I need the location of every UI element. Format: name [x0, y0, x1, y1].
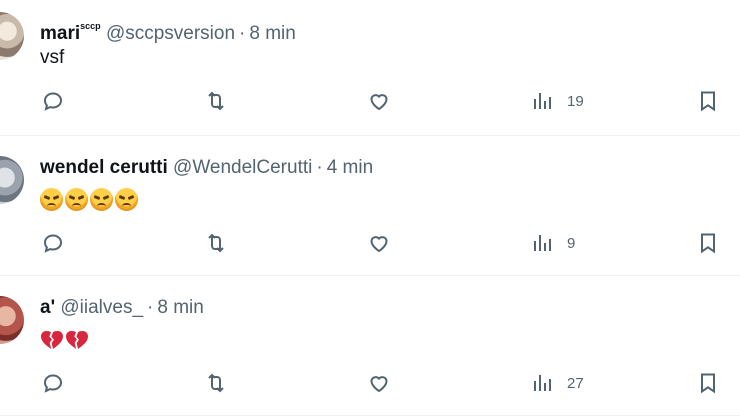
- user-handle[interactable]: @sccpsversion: [106, 23, 235, 44]
- separator-dot: ·: [316, 157, 323, 178]
- bookmark-button[interactable]: [696, 228, 720, 258]
- views-button[interactable]: 9: [531, 228, 575, 258]
- timestamp[interactable]: 8 min: [157, 297, 203, 318]
- angry-face-emoji: [90, 188, 113, 211]
- tweet-header: marisccp @sccpsversion · 8 min: [40, 14, 296, 46]
- avatar[interactable]: [0, 12, 24, 60]
- like-button[interactable]: [367, 368, 391, 398]
- views-count: 19: [567, 92, 584, 110]
- like-button[interactable]: [367, 86, 391, 116]
- views-chart-icon: [534, 235, 551, 251]
- reply-icon: [43, 92, 63, 111]
- avatar[interactable]: [0, 156, 24, 204]
- retweet-icon: [208, 373, 224, 393]
- views-chart-icon: [534, 93, 551, 109]
- broken-heart-emoji: [65, 328, 88, 351]
- user-handle[interactable]: @WendelCerutti: [173, 157, 312, 178]
- tweet-emoji-content: [40, 328, 88, 351]
- retweet-icon: [208, 91, 224, 111]
- tweet-header: a' @iialves_ · 8 min: [40, 296, 204, 320]
- heart-icon: [370, 376, 388, 393]
- bookmark-button[interactable]: [696, 86, 720, 116]
- action-bar: 19: [0, 86, 740, 116]
- retweet-button[interactable]: [204, 228, 228, 258]
- broken-heart-emoji: [40, 328, 63, 351]
- tweet-header: wendel cerutti @WendelCerutti · 4 min: [40, 156, 373, 180]
- views-count: 27: [567, 374, 584, 392]
- separator-dot: ·: [147, 297, 154, 318]
- display-name[interactable]: wendel cerutti: [40, 157, 168, 178]
- views-chart-icon: [534, 375, 551, 391]
- heart-icon: [370, 94, 388, 111]
- bookmark-icon: [701, 373, 715, 394]
- display-name[interactable]: marisccp: [40, 21, 101, 44]
- views-count: 9: [567, 234, 576, 252]
- avatar[interactable]: [0, 296, 24, 344]
- separator-dot: ·: [239, 23, 246, 44]
- action-bar: 9: [0, 228, 740, 258]
- timestamp[interactable]: 8 min: [249, 23, 295, 44]
- tweet-emoji-content: [40, 188, 138, 211]
- display-name[interactable]: a': [40, 297, 55, 318]
- reply-button[interactable]: [41, 228, 65, 258]
- tweet[interactable]: marisccp @sccpsversion · 8 min vsf 19: [0, 0, 740, 136]
- name-superscript: sccp: [80, 21, 101, 31]
- retweet-button[interactable]: [204, 368, 228, 398]
- tweet-feed: marisccp @sccpsversion · 8 min vsf 19 we…: [0, 0, 740, 416]
- bookmark-icon: [701, 233, 715, 254]
- angry-face-emoji: [40, 188, 63, 211]
- reply-icon: [43, 374, 63, 393]
- user-handle[interactable]: @iialves_: [60, 297, 143, 318]
- reply-button[interactable]: [41, 368, 65, 398]
- timestamp[interactable]: 4 min: [327, 157, 373, 178]
- bookmark-icon: [701, 91, 715, 112]
- like-button[interactable]: [367, 228, 391, 258]
- action-bar: 27: [0, 368, 740, 398]
- angry-face-emoji: [115, 188, 138, 211]
- retweet-button[interactable]: [204, 86, 228, 116]
- reply-button[interactable]: [41, 86, 65, 116]
- reply-icon: [43, 234, 63, 253]
- tweet[interactable]: wendel cerutti @WendelCerutti · 4 min 9: [0, 136, 740, 276]
- heart-icon: [370, 236, 388, 253]
- angry-face-emoji: [65, 188, 88, 211]
- tweet-text: vsf: [40, 47, 65, 68]
- views-button[interactable]: 19: [531, 86, 584, 116]
- tweet[interactable]: a' @iialves_ · 8 min 27: [0, 276, 740, 416]
- bookmark-button[interactable]: [696, 368, 720, 398]
- views-button[interactable]: 27: [531, 368, 584, 398]
- retweet-icon: [208, 233, 224, 253]
